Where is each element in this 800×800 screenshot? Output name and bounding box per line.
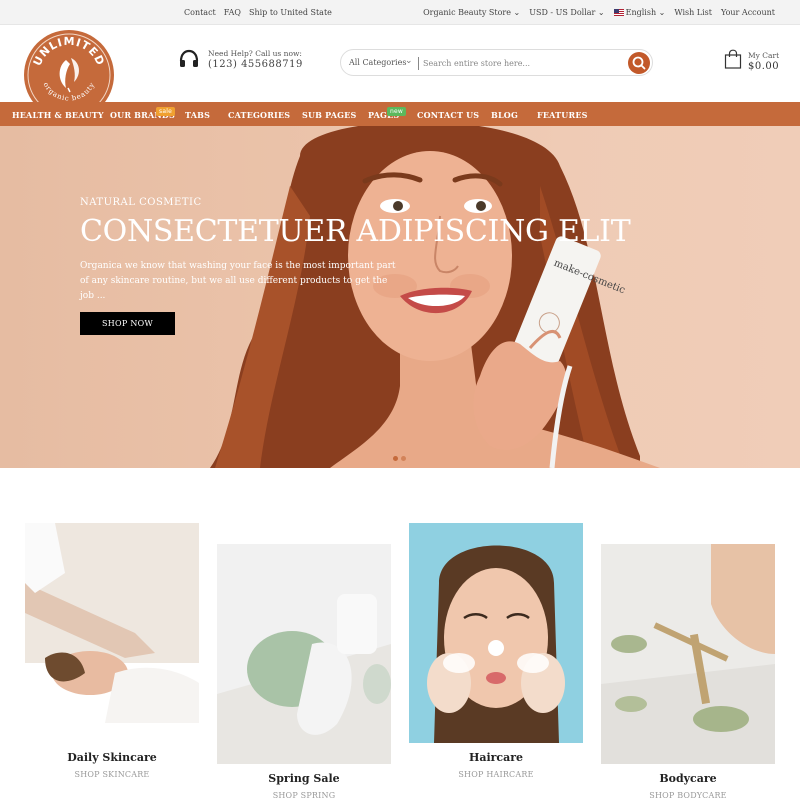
category-title: Haircare — [468, 751, 524, 764]
nav-categories[interactable]: CATEGORIES — [228, 110, 290, 120]
nav-pages[interactable]: PAGES new — [368, 107, 407, 120]
category-link[interactable]: SHOP SPRING — [217, 791, 391, 800]
nav-features[interactable]: FEATURES — [537, 110, 588, 120]
category-link[interactable]: SHOP SKINCARE — [25, 770, 199, 779]
us-flag-icon — [613, 9, 624, 16]
nav-blog[interactable]: BLOG — [491, 110, 518, 120]
hero-description-line-2: of any skincare routine, but we all use … — [80, 276, 388, 301]
category-title: Bodycare — [659, 772, 717, 785]
shopping-bag-icon — [724, 49, 742, 69]
faq-link[interactable]: FAQ — [224, 8, 241, 17]
search-divider — [418, 57, 419, 70]
category-card-skincare[interactable]: Daily Skincare SHOP SKINCARE — [25, 523, 199, 783]
help-contact: Need Help? Call us now: (123) 455688719 — [178, 48, 303, 70]
category-card-haircare[interactable]: Haircare SHOP HAIRCARE — [409, 523, 583, 783]
cart-label: My Cart — [748, 51, 780, 60]
hero-description-line-1: Organica we know that washing your face … — [80, 261, 396, 271]
search-bar: All Categories ⌄ — [340, 49, 653, 76]
search-button[interactable] — [628, 52, 650, 74]
svg-text:UNLIMITED: UNLIMITED — [31, 35, 108, 68]
logo-top-text: UNLIMITED — [31, 35, 107, 68]
category-title: Spring Sale — [268, 772, 340, 785]
currency-switcher[interactable]: USD - US Dollar — [529, 8, 604, 17]
search-icon — [632, 56, 646, 70]
nav-our-brands[interactable]: OUR BRANDS sale — [110, 107, 175, 120]
main-nav: HEALTH & BEAUTY OUR BRANDS sale TABS CAT… — [0, 102, 800, 126]
hero-eyebrow: NATURAL COSMETIC — [80, 197, 202, 208]
search-input[interactable] — [423, 55, 623, 71]
category-title: Daily Skincare — [67, 751, 157, 764]
category-card-spring[interactable]: Spring Sale SHOP SPRING — [217, 544, 391, 800]
header: UNLIMITED organic beauty Need Help? Call… — [0, 25, 800, 120]
category-card-bodycare[interactable]: Bodycare SHOP BODYCARE — [601, 544, 775, 800]
slider-dot-1[interactable] — [393, 456, 398, 461]
contact-link[interactable]: Contact — [184, 8, 216, 17]
hero-slider: make-cosmetic NATURAL COSMETIC CONSECTET… — [0, 126, 800, 468]
bodycare-image — [601, 544, 775, 764]
ship-to-link[interactable]: Ship to United State — [249, 8, 332, 17]
top-right-links: Organic Beauty Store USD - US Dollar Eng… — [423, 8, 775, 17]
shop-now-button[interactable]: SHOP NOW — [80, 312, 175, 335]
hero-description: Organica we know that washing your face … — [80, 259, 400, 304]
nav-contact-us[interactable]: CONTACT US — [417, 110, 479, 120]
account-link[interactable]: Your Account — [721, 8, 775, 17]
chevron-down-icon: ⌄ — [405, 56, 413, 66]
cart-total: $0.00 — [748, 61, 780, 72]
haircare-image — [409, 523, 583, 743]
spring-image — [217, 544, 391, 764]
nav-health-beauty[interactable]: HEALTH & BEAUTY — [12, 110, 104, 120]
new-badge: new — [387, 107, 407, 116]
top-links: Contact FAQ Ship to United State — [184, 8, 332, 17]
search-category-select[interactable]: All Categories — [349, 58, 406, 67]
sale-badge: sale — [156, 107, 175, 116]
language-switcher[interactable]: English — [613, 8, 666, 17]
skincare-image — [25, 523, 199, 743]
help-phone[interactable]: (123) 455688719 — [208, 59, 303, 70]
hero-headline: CONSECTETUER ADIPISCING ELIT — [80, 214, 631, 249]
nav-tabs[interactable]: TABS — [185, 110, 210, 120]
category-link[interactable]: SHOP BODYCARE — [601, 791, 775, 800]
category-link[interactable]: SHOP HAIRCARE — [409, 770, 583, 779]
wishlist-link[interactable]: Wish List — [674, 8, 712, 17]
slider-dots — [393, 456, 406, 461]
nav-sub-pages[interactable]: SUB PAGES — [302, 110, 356, 120]
top-bar: Contact FAQ Ship to United State Organic… — [0, 0, 800, 25]
svg-text:organic beauty: organic beauty — [41, 81, 96, 103]
logo-bottom-text: organic beauty — [41, 81, 95, 103]
headphones-icon — [179, 49, 199, 67]
slider-dot-2[interactable] — [401, 456, 406, 461]
help-label: Need Help? Call us now: — [208, 48, 302, 58]
language-label: English — [626, 8, 666, 17]
store-switcher[interactable]: Organic Beauty Store — [423, 8, 520, 17]
